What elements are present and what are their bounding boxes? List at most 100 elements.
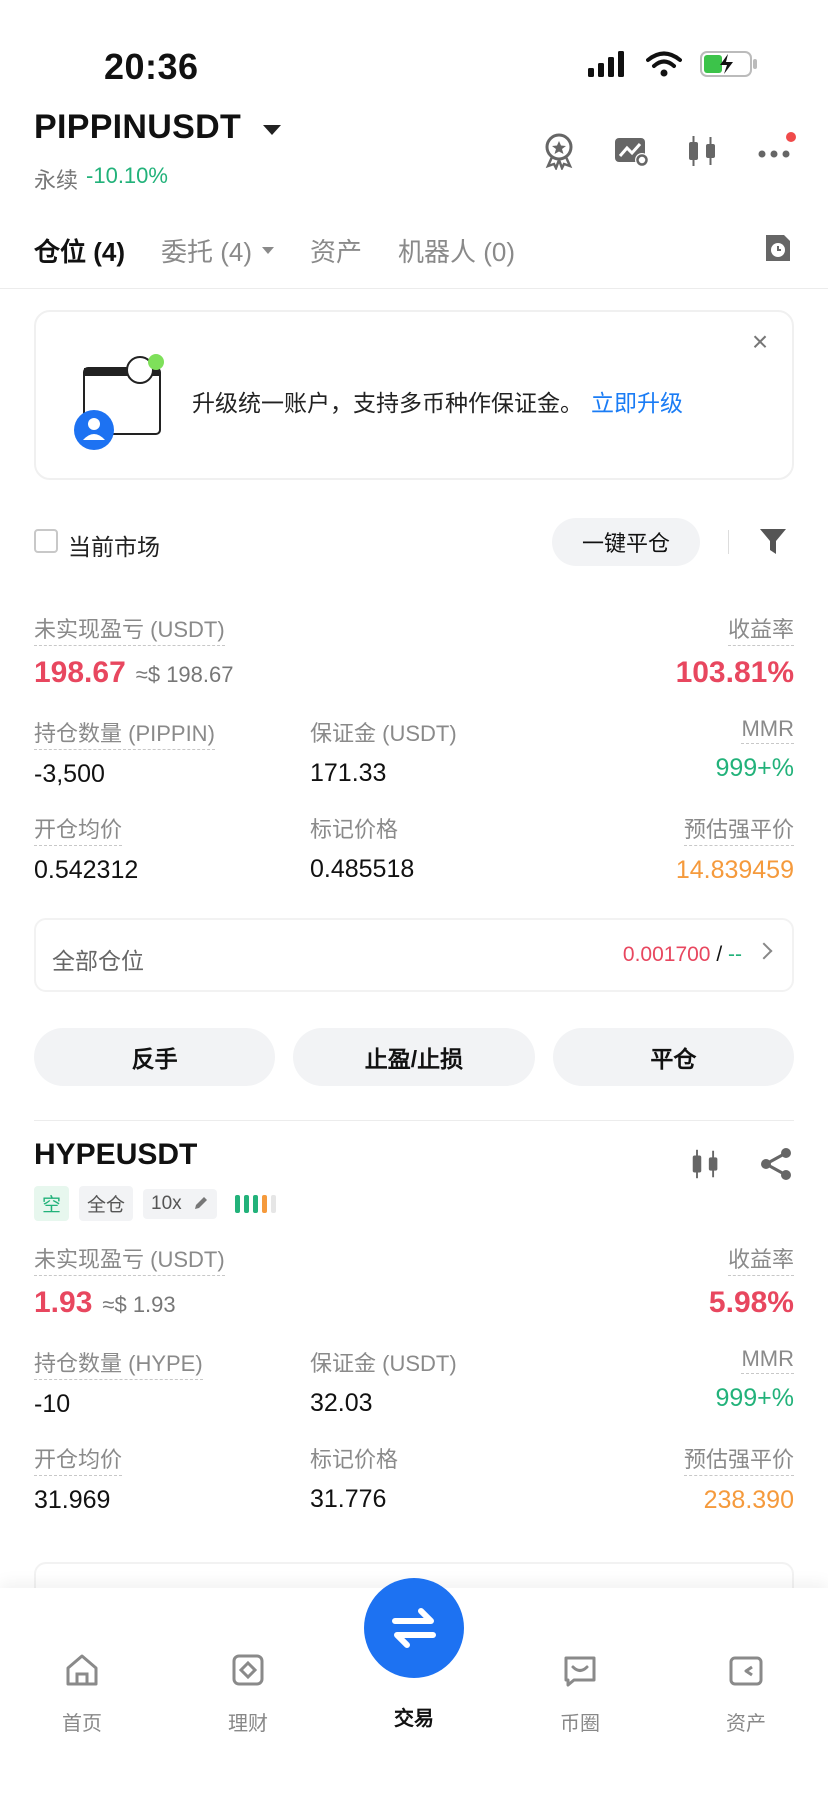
- share-icon[interactable]: [758, 1146, 794, 1182]
- entry-col: 开仓均价 31.969: [34, 1442, 123, 1515]
- position-tags: 空 全仓 10x: [34, 1186, 276, 1221]
- candlestick-icon[interactable]: [684, 132, 722, 170]
- risk-bar: [270, 1194, 276, 1213]
- pnl-label: 未实现盈亏 (USDT): [34, 1242, 225, 1276]
- liq-label: 预估强平价: [683, 1442, 794, 1476]
- tab-positions[interactable]: 仓位 (4): [34, 232, 125, 269]
- nav-home[interactable]: 首页: [22, 1650, 142, 1736]
- mark-label: 标记价格: [310, 817, 399, 842]
- roe-value: 103.81%: [675, 656, 794, 689]
- pnl-value: 1.93: [34, 1286, 93, 1319]
- pnl-row: 未实现盈亏 (USDT) 198.67 ≈$ 198.67 收益率 103.81%: [34, 612, 794, 716]
- mmr-value: 999+%: [715, 1384, 794, 1412]
- status-icons: [588, 50, 758, 78]
- bottom-nav: 首页 理财 交易 币圈 资产: [0, 1578, 828, 1801]
- mark-value: 0.485518: [310, 855, 415, 883]
- current-market-label[interactable]: 当前市场: [68, 528, 160, 562]
- all-positions-value: 0.001700 / --: [623, 943, 742, 967]
- pnl-label: 未实现盈亏 (USDT): [34, 612, 225, 646]
- risk-bar: [243, 1194, 249, 1213]
- close-all-button[interactable]: 一键平仓: [552, 518, 700, 566]
- caret-down-icon: [262, 247, 275, 254]
- position-actions: 反手 止盈/止损 平仓: [34, 1028, 794, 1086]
- qty-value: -10: [34, 1390, 71, 1418]
- caret-down-icon: [263, 124, 282, 135]
- nav-trade[interactable]: 交易: [354, 1578, 474, 1731]
- tab-divider: [0, 288, 828, 289]
- margin-value: 171.33: [310, 759, 387, 787]
- filter-divider: [728, 530, 729, 554]
- position-card-hype: HYPEUSDT 空 全仓 10x 未实现盈亏 (USDT) 1.93 ≈$ 1…: [34, 1138, 794, 1538]
- card-divider: [34, 1120, 794, 1121]
- tp-sl-button[interactable]: 止盈/止损: [293, 1028, 535, 1086]
- tab-orders-label: 委托 (4): [161, 237, 253, 267]
- current-market-checkbox[interactable]: [34, 529, 58, 553]
- margin-mode-tag[interactable]: 全仓: [79, 1186, 134, 1221]
- nav-assets[interactable]: 资产: [686, 1650, 806, 1736]
- pnl-col: 未实现盈亏 (USDT) 198.67 ≈$ 198.67: [34, 612, 233, 690]
- mmr-label: MMR: [741, 716, 794, 744]
- all-positions-label: 全部仓位: [52, 948, 144, 974]
- pnl-usd: ≈$ 198.67: [135, 662, 234, 687]
- upgrade-banner: 升级统一账户，支持多币种作保证金。 立即升级 ×: [34, 310, 794, 480]
- mark-value: 31.776: [310, 1485, 387, 1513]
- unified-account-illustration: [74, 354, 164, 450]
- roe-label: 收益率: [727, 1242, 794, 1276]
- tab-orders[interactable]: 委托 (4): [161, 232, 275, 269]
- community-icon: [564, 1656, 596, 1687]
- all-positions-row[interactable]: 全部仓位 0.001700 / --: [34, 918, 794, 992]
- liq-value: 238.390: [703, 1486, 794, 1514]
- tab-bots[interactable]: 机器人 (0): [398, 232, 515, 269]
- nav-wealth[interactable]: 理财: [188, 1650, 308, 1736]
- history-icon[interactable]: [762, 232, 794, 264]
- trade-icon: [364, 1578, 464, 1678]
- header-actions: [540, 132, 796, 170]
- roe-label: 收益率: [727, 612, 794, 646]
- status-time: 20:36: [104, 46, 199, 87]
- roe-value: 5.98%: [708, 1286, 794, 1319]
- chart-settings-icon[interactable]: [612, 132, 650, 170]
- tab-assets[interactable]: 资产: [310, 232, 362, 269]
- qty-col: 持仓数量 (PIPPIN) -3,500: [34, 716, 215, 789]
- position-tabs: 仓位 (4) 委托 (4) 资产 机器人 (0): [34, 232, 794, 269]
- leverage-tag[interactable]: 10x: [143, 1188, 217, 1219]
- nav-trade-label: 交易: [394, 1708, 434, 1730]
- entry-label: 开仓均价: [34, 1442, 123, 1476]
- price-row: 开仓均价 0.542312 标记价格 0.485518 预估强平价 14.839…: [34, 812, 794, 908]
- reverse-button[interactable]: 反手: [34, 1028, 276, 1086]
- roe-col: 收益率 103.81%: [676, 612, 794, 690]
- risk-level-bars: [234, 1194, 276, 1213]
- liq-col: 预估强平价 238.390: [683, 1442, 794, 1515]
- margin-label: 保证金 (USDT): [310, 721, 457, 746]
- price-change: -10.10%: [86, 163, 168, 188]
- close-position-button[interactable]: 平仓: [552, 1028, 794, 1086]
- battery-icon: [700, 51, 757, 77]
- more-icon[interactable]: [756, 132, 796, 170]
- entry-label: 开仓均价: [34, 812, 123, 846]
- filter-icon[interactable]: [758, 526, 788, 556]
- close-icon[interactable]: ×: [746, 328, 774, 356]
- mark-col: 标记价格 0.485518: [310, 812, 414, 884]
- edit-icon: [194, 1196, 207, 1209]
- liq-label: 预估强平价: [683, 812, 794, 846]
- symbol-title: PIPPINUSDT: [34, 108, 242, 146]
- candlestick-icon[interactable]: [688, 1146, 724, 1182]
- liq-value: 14.839459: [675, 856, 794, 884]
- all-positions-slash: /: [710, 943, 728, 966]
- nav-community[interactable]: 币圈: [520, 1650, 640, 1736]
- pnl-value-row: 1.93 ≈$ 1.93: [34, 1286, 225, 1320]
- position-card-pippin: 未实现盈亏 (USDT) 198.67 ≈$ 198.67 收益率 103.81%…: [34, 612, 794, 908]
- medal-icon[interactable]: [540, 132, 578, 170]
- position-symbol[interactable]: HYPEUSDT: [34, 1138, 794, 1172]
- risk-bar: [234, 1194, 240, 1213]
- margin-value: 32.03: [310, 1389, 373, 1417]
- all-positions-dash: --: [728, 943, 742, 966]
- wealth-icon: [232, 1654, 264, 1686]
- wallet-icon: [729, 1656, 763, 1686]
- upgrade-link[interactable]: 立即升级: [591, 390, 683, 416]
- margin-label: 保证金 (USDT): [310, 1351, 457, 1376]
- risk-bar: [252, 1194, 258, 1213]
- home-icon: [66, 1654, 98, 1686]
- all-positions-amount: 0.001700: [622, 943, 711, 966]
- leverage-value: 10x: [151, 1192, 182, 1214]
